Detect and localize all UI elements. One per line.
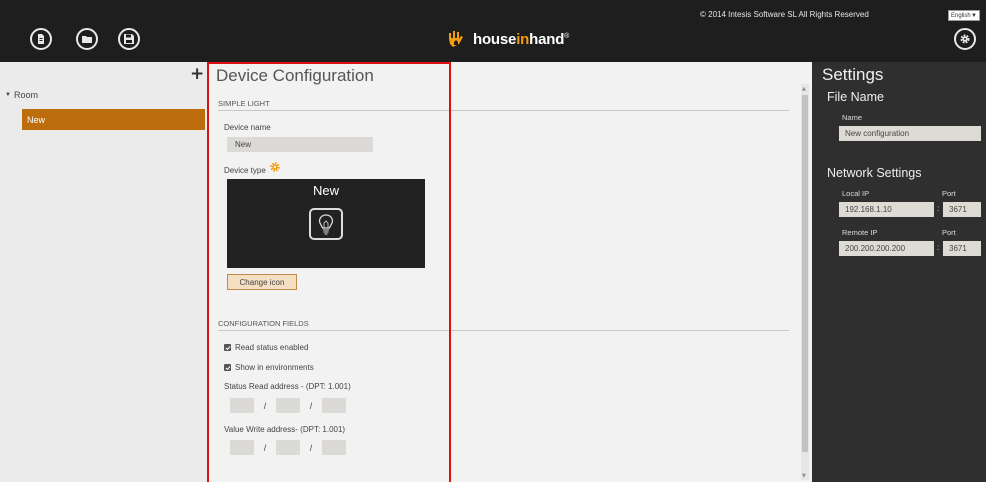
language-value: English [951, 12, 971, 19]
device-type-label: Device type [224, 166, 266, 175]
tree-item-new[interactable]: New [22, 109, 205, 130]
tree-item-room[interactable]: ▼ Room [5, 90, 38, 100]
local-port-input[interactable] [943, 202, 981, 217]
value-write-main-group-input[interactable] [230, 440, 254, 455]
settings-panel: Settings File Name Name Network Settings… [812, 62, 986, 482]
scroll-up-arrow-icon[interactable]: ▲ [802, 86, 806, 92]
ip-port-separator: : [937, 243, 940, 252]
settings-button[interactable] [954, 28, 976, 50]
scroll-down-arrow-icon[interactable]: ▼ [802, 473, 806, 479]
name-label: Name [842, 113, 863, 122]
status-read-middle-group-input[interactable] [276, 398, 300, 413]
change-icon-button[interactable]: Change icon [227, 274, 297, 290]
divider [218, 110, 789, 111]
checkmark-icon [225, 365, 230, 370]
file-name-heading: File Name [827, 90, 884, 104]
ip-port-separator: : [937, 204, 940, 213]
value-write-address-label: Value Write address- (DPT: 1.001) [224, 425, 346, 434]
local-port-label: Port [942, 189, 956, 198]
save-button[interactable] [118, 28, 140, 50]
local-ip-input[interactable] [839, 202, 934, 217]
top-bar: houseinhand® © 2014 Intesis Software SL … [0, 0, 986, 62]
device-name-input[interactable] [227, 137, 373, 152]
value-write-middle-group-input[interactable] [276, 440, 300, 455]
settings-title: Settings [822, 65, 884, 84]
hand-logo-icon [449, 31, 463, 47]
local-ip-label: Local IP [842, 189, 870, 198]
divider [218, 330, 789, 331]
open-folder-button[interactable] [76, 28, 98, 50]
brand-logo: houseinhand® [445, 26, 569, 52]
device-type-gear-icon[interactable] [270, 162, 280, 172]
section-title-simple-light: SIMPLE LIGHT [218, 99, 270, 108]
device-tree-panel: + ▼ Room New [0, 62, 207, 482]
copyright-text: © 2014 Intesis Software SL All Rights Re… [700, 10, 869, 19]
value-write-address-fields: / / [230, 440, 346, 455]
remote-ip-input[interactable] [839, 241, 934, 256]
remote-port-label: Port [942, 228, 956, 237]
section-title-configuration-fields: CONFIGURATION FIELDS [218, 319, 309, 328]
status-read-sub-group-input[interactable] [322, 398, 346, 413]
read-status-checkbox-row[interactable]: Read status enabled [224, 343, 308, 352]
expand-triangle-icon[interactable]: ▼ [5, 92, 11, 98]
status-read-main-group-input[interactable] [230, 398, 254, 413]
lightbulb-icon [309, 208, 343, 240]
device-preview-tile: New [227, 179, 425, 268]
read-status-label: Read status enabled [235, 343, 309, 352]
checkmark-icon [225, 345, 230, 350]
value-write-sub-group-input[interactable] [322, 440, 346, 455]
remote-ip-label: Remote IP [842, 228, 878, 237]
address-separator: / [309, 442, 313, 453]
gear-icon [960, 34, 970, 44]
save-icon [124, 34, 134, 44]
new-file-button[interactable] [30, 28, 52, 50]
device-preview-name: New [312, 183, 339, 198]
status-read-address-fields: / / [230, 398, 346, 413]
room-label: Room [13, 90, 38, 100]
show-environments-label: Show in environments [235, 363, 314, 372]
network-settings-heading: Network Settings [827, 166, 922, 180]
page-title: Device Configuration [216, 66, 374, 85]
language-select[interactable]: English ▼ [948, 10, 980, 21]
file-name-input[interactable] [839, 126, 981, 141]
show-environments-checkbox-row[interactable]: Show in environments [224, 363, 314, 372]
address-separator: / [263, 442, 267, 453]
address-separator: / [309, 400, 313, 411]
file-icon [38, 34, 44, 44]
chevron-down-icon: ▼ [971, 12, 977, 19]
show-environments-checkbox[interactable] [224, 364, 231, 371]
device-configuration-panel: Device Configuration SIMPLE LIGHT Device… [207, 62, 808, 482]
status-read-address-label: Status Read address - (DPT: 1.001) [224, 382, 351, 391]
brand-name: houseinhand® [473, 30, 570, 48]
scrollbar-thumb[interactable] [802, 95, 808, 452]
device-name-label: Device name [224, 123, 271, 132]
remote-port-input[interactable] [943, 241, 981, 256]
folder-icon [82, 36, 92, 43]
address-separator: / [263, 400, 267, 411]
add-button[interactable]: + [190, 64, 204, 84]
read-status-checkbox[interactable] [224, 344, 231, 351]
